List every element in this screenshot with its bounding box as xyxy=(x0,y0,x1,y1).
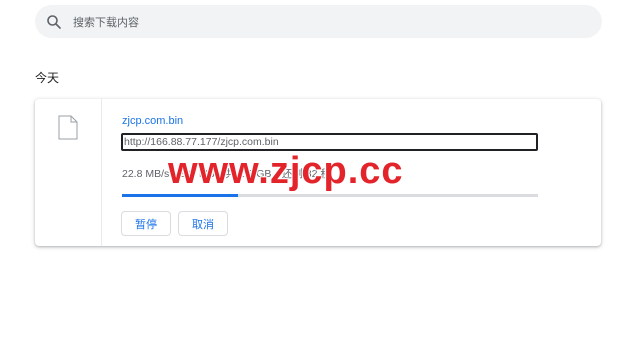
pause-button[interactable]: 暂停 xyxy=(121,211,171,236)
search-bar[interactable]: 搜索下载内容 xyxy=(35,5,602,38)
file-icon xyxy=(58,115,78,140)
download-filename-link[interactable]: zjcp.com.bin xyxy=(122,115,183,127)
section-date-heading: 今天 xyxy=(35,71,60,85)
download-progress-fill xyxy=(122,194,239,197)
search-icon xyxy=(47,15,61,29)
download-progress-bar xyxy=(122,194,538,197)
cancel-button[interactable]: 取消 xyxy=(178,211,228,236)
search-placeholder[interactable]: 搜索下载内容 xyxy=(73,14,139,30)
download-icon-column xyxy=(35,99,102,246)
watermark-text: www.zjcp.cc xyxy=(168,150,404,192)
download-source-url[interactable]: http://166.88.77.177/zjcp.com.bin xyxy=(121,133,538,151)
